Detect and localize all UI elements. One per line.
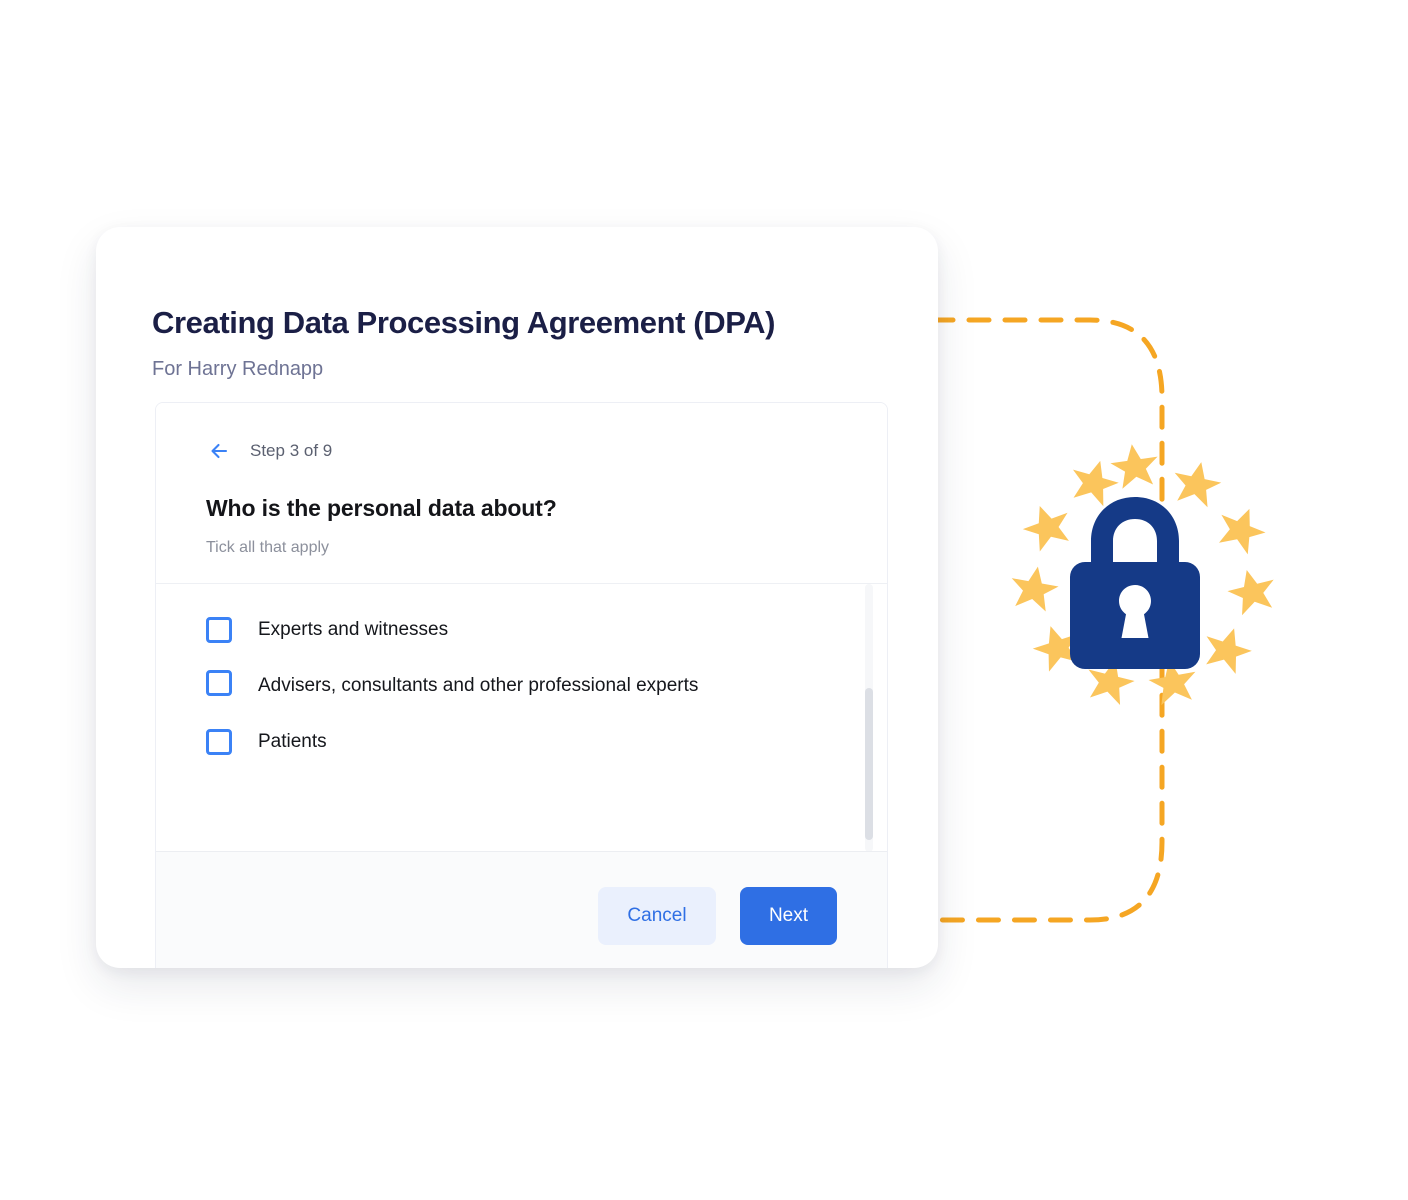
arrow-left-icon xyxy=(211,443,228,459)
list-item[interactable]: Experts and witnesses xyxy=(206,602,837,658)
list-item-label: Experts and witnesses xyxy=(258,619,449,640)
wizard-footer: Cancel Next xyxy=(156,851,887,968)
cancel-button[interactable]: Cancel xyxy=(598,886,716,945)
checkbox-experts-and-witnesses[interactable] xyxy=(206,617,232,643)
options-list[interactable]: Experts and witnesses Advisers, consulta… xyxy=(156,583,887,851)
list-item[interactable]: Advisers, consultants and other professi… xyxy=(206,658,837,714)
page-title: Creating Data Processing Agreement (DPA) xyxy=(152,305,776,340)
list-item-label: Advisers, consultants and other professi… xyxy=(258,675,699,696)
gdpr-padlock-emblem xyxy=(1007,440,1281,708)
checkbox-advisers-consultants[interactable] xyxy=(206,670,232,696)
checkbox-patients[interactable] xyxy=(206,729,232,755)
dpa-wizard-card: Creating Data Processing Agreement (DPA)… xyxy=(96,227,938,968)
step-row: Step 3 of 9 xyxy=(206,437,837,465)
wizard-panel: Step 3 of 9 Who is the personal data abo… xyxy=(155,402,888,968)
list-item[interactable]: Patients xyxy=(206,714,837,770)
wizard-panel-header: Step 3 of 9 Who is the personal data abo… xyxy=(156,403,887,557)
next-button[interactable]: Next xyxy=(740,886,837,945)
list-scrollbar-thumb[interactable] xyxy=(865,688,873,840)
page-root: Creating Data Processing Agreement (DPA)… xyxy=(0,0,1408,1200)
step-indicator: Step 3 of 9 xyxy=(250,441,333,460)
list-scrollbar[interactable] xyxy=(865,584,873,851)
back-button[interactable] xyxy=(206,438,232,464)
question-title: Who is the personal data about? xyxy=(206,495,557,521)
list-item-label: Patients xyxy=(258,731,327,752)
question-hint: Tick all that apply xyxy=(206,539,330,556)
page-subtitle: For Harry Rednapp xyxy=(152,358,324,380)
